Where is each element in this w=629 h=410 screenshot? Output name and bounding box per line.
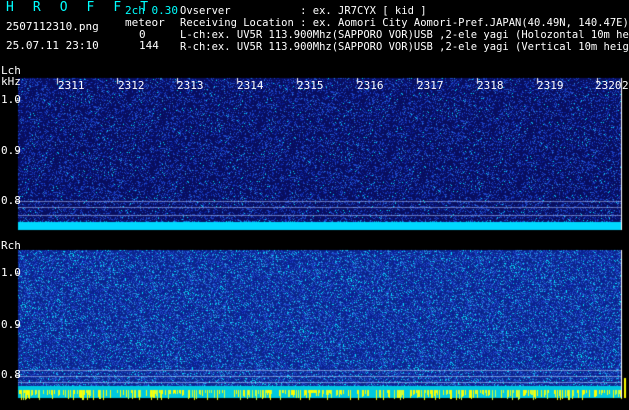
time-tick-2314: 2314	[237, 79, 264, 92]
time-tick-2311: 2311	[58, 79, 85, 92]
time-tick-2320: 2320	[595, 79, 622, 92]
rch-description-line: R-ch:ex. UV5R 113.900Mhz(SAPPORO VOR)USB…	[180, 41, 629, 53]
observer-line: Ovserver : ex. JR7CYX [ kid ]	[180, 5, 427, 17]
rch-freq-tick-1-0: 1.0	[1, 266, 21, 279]
lch-description-line: L-ch:ex. UV5R 113.900Mhz(SAPPORO VOR)USB…	[180, 29, 629, 41]
time-tick-2315: 2315	[297, 79, 324, 92]
lch-freq-tick-0-8: 0.8	[1, 194, 21, 207]
rch-freq-tick-0-9: 0.9	[1, 318, 21, 331]
lch-unit-label: kHz	[1, 75, 21, 88]
time-tick-2318: 2318	[477, 79, 504, 92]
time-tick-2313: 2313	[177, 79, 204, 92]
time-tick-2312: 2312	[118, 79, 145, 92]
time-tick-2319: 2319	[537, 79, 564, 92]
time-tick-2316: 2316	[357, 79, 384, 92]
event-count-bottom: 144	[139, 39, 159, 52]
spectrogram-canvas	[0, 0, 629, 410]
lch-freq-tick-1-0: 1.0	[1, 93, 21, 106]
rch-channel-label: Rch	[1, 239, 21, 252]
datetime-label: 25.07.11 23:10	[6, 39, 99, 52]
filename-label: 2507112310.png	[6, 20, 99, 33]
lch-freq-tick-0-9: 0.9	[1, 144, 21, 157]
location-line: Receiving Location : ex. Aomori City Aom…	[180, 17, 629, 29]
time-tick-2317: 2317	[417, 79, 444, 92]
time-tick-edge: 2	[622, 79, 629, 92]
rch-freq-tick-0-8: 0.8	[1, 368, 21, 381]
